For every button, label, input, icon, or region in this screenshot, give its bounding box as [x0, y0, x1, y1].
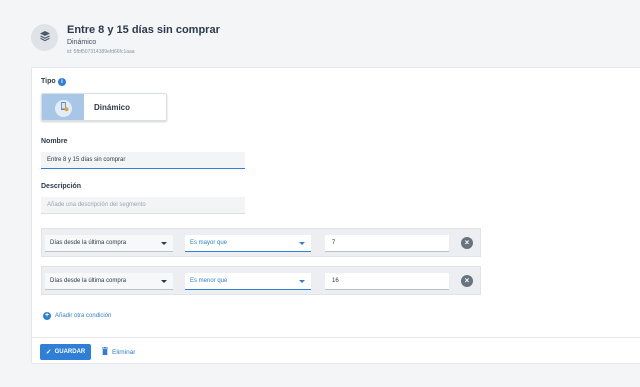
segment-type-subtitle: Dinámico — [67, 39, 97, 46]
condition-operator-value: Es menor que — [190, 278, 228, 284]
name-label: Nombre — [41, 138, 68, 145]
segment-id: id: 5fbf507314389efd66fc1aaa — [67, 49, 135, 55]
type-option-dynamic[interactable]: Dinámico — [41, 93, 167, 121]
condition-field-select[interactable]: Días desde la última compra — [45, 273, 173, 290]
page-title: Entre 8 y 15 días sin comprar — [67, 24, 220, 36]
condition-field-value: Días desde la última compra — [50, 240, 127, 246]
condition-value-input[interactable]: 7 — [325, 235, 449, 252]
add-condition-link[interactable]: + Añadir otra condición — [43, 311, 111, 321]
segment-form-card: Tipo i Dinámico Nombre Entre 8 y 15 días… — [31, 67, 640, 364]
save-button-label: GUARDAR — [54, 349, 86, 355]
condition-field-select[interactable]: Días desde la última compra — [45, 235, 173, 252]
name-input[interactable]: Entre 8 y 15 días sin comprar — [41, 152, 245, 169]
delete-button[interactable]: Eliminar — [102, 347, 135, 357]
condition-value-input[interactable]: 16 — [325, 273, 449, 290]
save-button[interactable]: ✓ GUARDAR — [40, 344, 91, 360]
type-thumbnail — [42, 94, 84, 120]
condition-operator-select[interactable]: Es menor que — [185, 273, 311, 290]
footer-divider — [32, 337, 640, 338]
info-icon[interactable]: i — [58, 78, 66, 86]
remove-condition-icon[interactable]: × — [461, 237, 473, 249]
type-option-label: Dinámico — [94, 103, 131, 112]
description-input[interactable]: Añade una descripción del segmento — [41, 197, 245, 214]
delete-button-label: Eliminar — [112, 348, 136, 356]
condition-operator-value: Es mayor que — [190, 240, 228, 246]
description-label: Descripción — [41, 183, 82, 190]
condition-operator-select[interactable]: Es mayor que — [185, 235, 311, 252]
layers-icon — [39, 29, 51, 47]
chevron-down-icon — [299, 280, 305, 283]
add-condition-label: Añadir otra condición — [55, 313, 112, 319]
type-label: Tipo — [41, 78, 56, 85]
check-icon: ✓ — [45, 349, 52, 356]
plus-circle-icon: + — [43, 312, 51, 320]
phone-sync-icon — [58, 99, 69, 117]
condition-row: Días desde la última compra Es mayor que… — [41, 228, 481, 257]
chevron-down-icon — [161, 242, 167, 245]
condition-field-value: Días desde la última compra — [50, 278, 127, 284]
chevron-down-icon — [299, 242, 305, 245]
chevron-down-icon — [161, 280, 167, 283]
segment-avatar — [31, 24, 58, 51]
condition-row: Días desde la última compra Es menor que… — [41, 266, 481, 295]
trash-icon — [102, 347, 112, 357]
remove-condition-icon[interactable]: × — [461, 275, 473, 287]
page-header: Entre 8 y 15 días sin comprar Dinámico i… — [31, 22, 431, 62]
